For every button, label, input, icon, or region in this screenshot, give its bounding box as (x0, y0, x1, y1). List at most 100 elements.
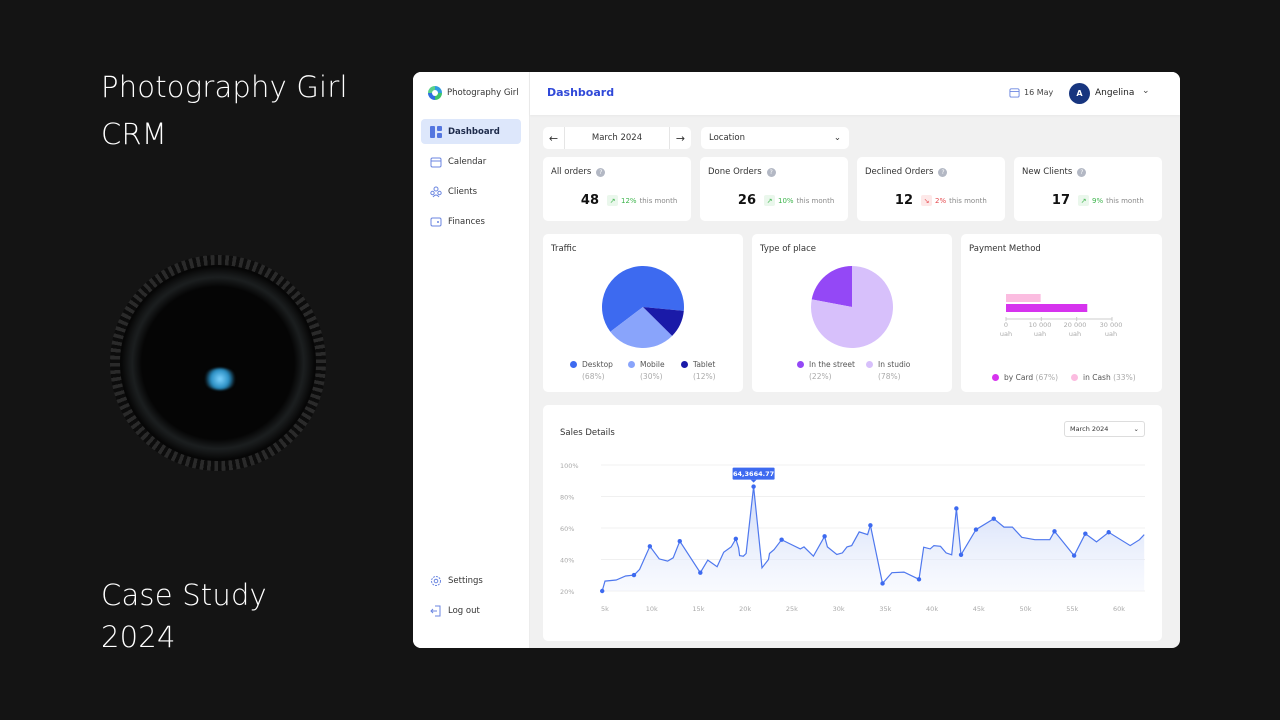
page-title: Dashboard (547, 86, 615, 99)
crm-app-window: Photography Girl Dashboard Calendar Clie… (413, 72, 1180, 648)
stat-delta: ↘ 2% this month (921, 195, 987, 206)
legend-dot (570, 361, 577, 368)
payment-method-card: Payment Method 0 uah 10 000 uah 20 000 uah … (961, 234, 1162, 392)
data-point[interactable] (1083, 531, 1088, 536)
x-tick-label: 30k (833, 605, 845, 613)
sidebar-item-label: Log out (448, 605, 480, 616)
stat-card: Done Orders? 26 ↗ 10% this month (700, 157, 848, 221)
current-date: 16 May (1009, 87, 1053, 98)
legend-value: (67%) (1035, 373, 1059, 382)
legend-label: Mobile (640, 360, 665, 369)
legend-street: In the street (22%) (797, 359, 855, 383)
sidebar-item-calendar[interactable]: Calendar (421, 149, 521, 174)
stat-value: 48 (580, 193, 599, 208)
help-icon[interactable]: ? (596, 167, 606, 177)
data-point[interactable] (647, 544, 653, 549)
x-tick-label: 25k (786, 605, 798, 613)
legend-label: In the street (809, 360, 855, 369)
y-tick-label: 20% (560, 588, 574, 596)
trend-up-icon: ↗ (607, 195, 618, 206)
type-of-place-card: Type of place In the street (22%) In stud… (752, 234, 952, 392)
calendar-icon (430, 157, 442, 167)
x-tick-label: 55k (1066, 605, 1078, 613)
sidebar-item-logout[interactable]: Log out (421, 598, 521, 623)
data-point[interactable] (779, 537, 784, 542)
data-point[interactable] (599, 588, 605, 594)
data-point[interactable] (631, 572, 637, 578)
trend-down-icon: ↘ (921, 195, 932, 206)
stat-title: Done Orders? (708, 167, 776, 177)
data-point[interactable] (1052, 529, 1057, 534)
prev-month-button[interactable]: ← (543, 127, 564, 149)
legend-dot (628, 361, 635, 368)
data-point[interactable] (973, 527, 979, 532)
tooltip-value: 64,3664.77 (733, 470, 774, 478)
sidebar-item-label: Clients (448, 186, 478, 197)
hero-footer-line2: 2024 (101, 620, 176, 654)
sidebar-item-clients[interactable]: Clients (421, 179, 521, 204)
gear-icon (431, 575, 441, 586)
y-tick-label: 100% (560, 462, 579, 470)
data-point[interactable] (822, 534, 827, 539)
app-name: Photography Girl (447, 88, 519, 98)
logout-icon (430, 605, 441, 616)
data-point[interactable] (751, 484, 756, 489)
data-point[interactable] (1106, 530, 1111, 535)
sidebar-item-finances[interactable]: Finances (421, 209, 521, 234)
data-point[interactable] (958, 552, 964, 557)
avatar[interactable]: A (1069, 83, 1090, 104)
legend-dot (681, 361, 688, 368)
legend-label: in Cash (1083, 373, 1111, 382)
user-name[interactable]: Angelina (1095, 88, 1134, 98)
legend-value: (33%) (1113, 373, 1136, 382)
sales-area-chart: 100% 80% 60% 40% 20% 5k 10k 15k 20k 25k 30k 35k 40k 4… (560, 462, 1145, 613)
chevron-down-icon: ⌄ (833, 133, 841, 143)
top-header: Dashboard 16 May A Angelina ⌄ (530, 72, 1180, 115)
x-tick-label: 10k (646, 605, 658, 613)
data-point[interactable] (954, 506, 959, 511)
y-tick-label: 80% (560, 494, 574, 502)
sidebar-item-settings[interactable]: Settings (421, 568, 521, 593)
sidebar-item-label: Calendar (448, 156, 487, 167)
help-icon[interactable]: ? (938, 167, 948, 177)
wallet-icon (430, 217, 442, 226)
help-icon[interactable]: ? (1077, 167, 1087, 177)
data-point[interactable] (1071, 553, 1077, 558)
x-tick-label: 60k (1113, 605, 1125, 613)
legend-tablet: Tablet (12%) (681, 359, 716, 383)
x-tick-label: 15k (692, 605, 704, 613)
location-placeholder: Location (709, 133, 745, 143)
data-point[interactable] (677, 539, 682, 544)
data-point[interactable] (991, 516, 996, 521)
x-tick-label: 40k (926, 605, 938, 613)
data-point[interactable] (916, 577, 922, 582)
data-point[interactable] (733, 536, 739, 542)
x-tick-label: 10 000 uah (1028, 321, 1052, 338)
calendar-icon (1009, 88, 1020, 98)
hero-title-line2: CRM (101, 117, 168, 151)
month-navigator: ← March 2024 → (543, 127, 691, 149)
stat-delta: ↗ 10% this month (764, 195, 834, 206)
app-logo[interactable]: Photography Girl (428, 86, 519, 100)
x-tick-label: 30 000 uah (1099, 321, 1123, 338)
legend-dot (1071, 374, 1078, 381)
sidebar-item-dashboard[interactable]: Dashboard (421, 119, 521, 144)
current-month: March 2024 (564, 127, 670, 149)
location-select[interactable]: Location ⌄ (701, 127, 849, 149)
legend-cash: in Cash (33%) (1071, 372, 1136, 384)
data-point[interactable] (698, 570, 703, 575)
aperture-logo-icon (428, 86, 442, 100)
legend-mobile: Mobile (30%) (628, 359, 665, 383)
data-point[interactable] (868, 523, 873, 528)
legend-desktop: Desktop (68%) (570, 359, 613, 383)
help-icon[interactable]: ? (766, 167, 776, 177)
bar-by-card[interactable] (1006, 304, 1088, 312)
camera-lens-image (110, 255, 326, 471)
next-month-button[interactable]: → (670, 127, 691, 149)
legend-studio: In studio (78%) (866, 359, 910, 383)
sidebar-item-label: Finances (448, 216, 485, 227)
data-point[interactable] (880, 581, 885, 586)
x-tick-label: 50k (1020, 605, 1032, 613)
chevron-down-icon[interactable]: ⌄ (1142, 86, 1150, 96)
bar-in-cash[interactable] (1006, 294, 1041, 302)
